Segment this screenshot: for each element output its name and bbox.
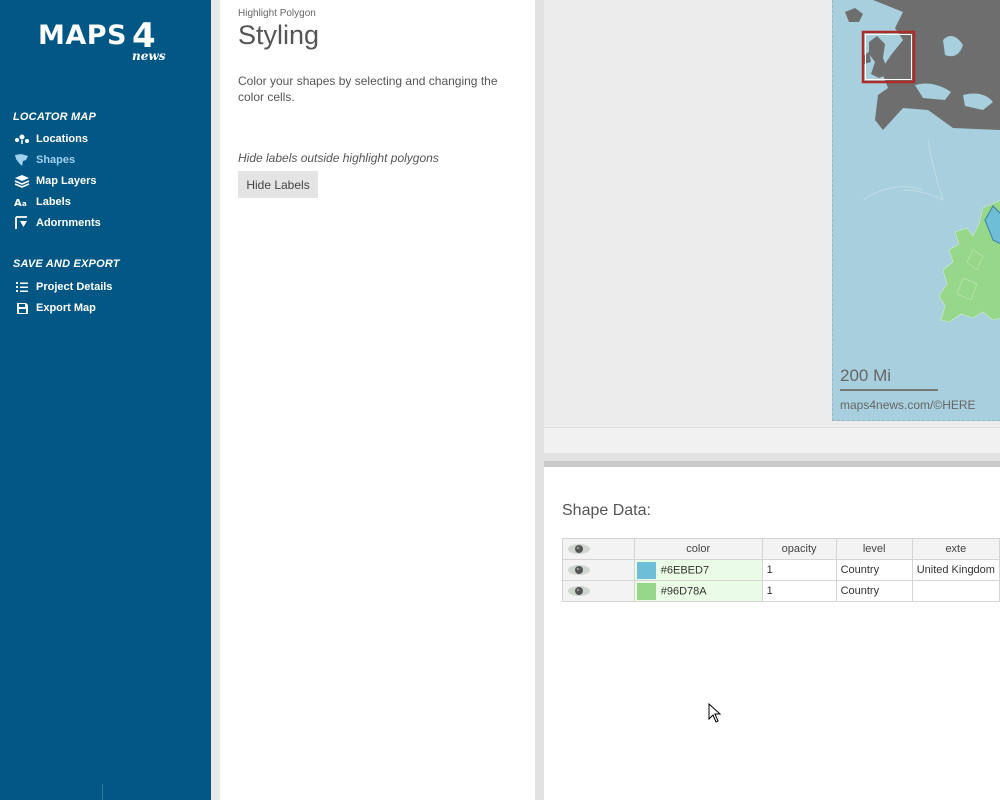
color-value: #6EBED7 (660, 563, 710, 576)
svg-text:a: a (22, 200, 27, 208)
table-row: #6EBED7 1 Country United Kingdom (562, 559, 1000, 581)
text-label-icon: Aa (13, 195, 31, 209)
sidebar-item-label: Project Details (36, 281, 113, 293)
visibility-column-header[interactable] (562, 538, 635, 560)
column-header-extent[interactable]: exte (911, 538, 1000, 560)
sidebar-item-label: Export Map (36, 302, 96, 314)
table-row: #96D78A 1 Country (562, 580, 1000, 602)
level-cell[interactable]: Country (835, 580, 913, 602)
sidebar-item-adornments[interactable]: Adornments (13, 214, 101, 232)
sidebar-item-project-details[interactable]: Project Details (13, 278, 112, 296)
panel-description: Color your shapes by selecting and chang… (238, 74, 498, 104)
scale-bar (840, 389, 938, 391)
page-title: Styling (238, 20, 320, 50)
panel-gutter (211, 0, 220, 800)
sidebar-item-map-layers[interactable]: Map Layers (13, 172, 97, 190)
color-swatch (636, 561, 656, 579)
inset-iceland (845, 8, 863, 22)
sidebar-item-label: Locations (36, 133, 88, 145)
map-drawing (845, 0, 1000, 323)
divider-strip (544, 453, 1000, 461)
hide-labels-button[interactable]: Hide Labels (238, 171, 318, 198)
color-value: #96D78A (660, 584, 707, 597)
mouse-cursor-icon (708, 703, 722, 723)
sidebar: MAPS 4 news LOCATOR MAP Locations Shapes… (0, 0, 211, 800)
logo-text: MAPS (38, 20, 127, 51)
boundary-line (862, 186, 924, 201)
extent-cell[interactable] (911, 580, 1000, 602)
color-cell[interactable]: #6EBED7 (633, 559, 763, 581)
footer-divider (102, 784, 103, 800)
map-canvas[interactable]: 200 Mi maps4news.com/©HERE (832, 0, 1000, 421)
keyboard-icon[interactable] (148, 795, 166, 800)
hide-labels-note: Hide labels outside highlight polygons (238, 151, 439, 165)
sidebar-item-label: Shapes (36, 154, 76, 166)
sidebar-item-shapes[interactable]: Shapes (13, 151, 75, 169)
sidebar-item-labels[interactable]: Aa Labels (13, 193, 71, 211)
svg-text:A: A (14, 198, 22, 208)
opacity-cell[interactable]: 1 (761, 559, 837, 581)
layers-icon (13, 174, 31, 188)
sidebar-item-locations[interactable]: Locations (13, 130, 88, 148)
column-header-level[interactable]: level (835, 538, 913, 560)
eye-icon (568, 565, 590, 576)
inset-uk (869, 36, 889, 78)
scale-label: 200 Mi (840, 366, 892, 385)
table-header-row: color opacity level exte (562, 538, 1000, 560)
eye-icon (568, 544, 590, 555)
nav-heading-locator-map: LOCATOR MAP (13, 111, 97, 123)
level-cell[interactable]: Country (835, 559, 913, 581)
shape-icon (13, 153, 31, 167)
boundary-line (902, 139, 944, 201)
shape-data-title: Shape Data: (562, 502, 651, 519)
column-header-color[interactable]: color (633, 538, 763, 560)
adornment-icon (13, 216, 31, 230)
shape-data-table: color opacity level exte #6EBED7 1 Count… (562, 538, 1000, 602)
shape-data-panel: Shape Data: color opacity level exte #6E… (544, 467, 1000, 800)
inset-land (873, 0, 1000, 130)
visibility-toggle[interactable] (562, 580, 635, 602)
save-icon (13, 301, 31, 315)
color-cell[interactable]: #96D78A (633, 580, 763, 602)
map-area: 200 Mi maps4news.com/©HERE (544, 0, 1000, 427)
eye-icon (568, 586, 590, 597)
sidebar-footer (0, 784, 211, 800)
styling-panel: Highlight Polygon Styling Color your sha… (220, 0, 535, 800)
pin-cluster-icon (13, 132, 31, 146)
color-swatch (636, 582, 656, 600)
sidebar-item-label: Map Layers (36, 175, 97, 187)
sidebar-item-label: Labels (36, 196, 71, 208)
visibility-toggle[interactable] (562, 559, 635, 581)
panel-gutter (535, 0, 544, 800)
column-header-opacity[interactable]: opacity (761, 538, 837, 560)
opacity-cell[interactable]: 1 (761, 580, 837, 602)
sidebar-item-label: Adornments (36, 217, 101, 229)
grid-view-icon[interactable] (41, 794, 55, 800)
list-icon (13, 280, 31, 294)
sidebar-item-export-map[interactable]: Export Map (13, 299, 96, 317)
maps4news-logo[interactable]: MAPS 4 news (38, 16, 178, 66)
extent-cell[interactable]: United Kingdom (911, 559, 1000, 581)
panel-subtitle: Highlight Polygon (238, 8, 316, 19)
map-attribution: maps4news.com/©HERE (840, 398, 976, 412)
map-footer (544, 427, 1000, 453)
nav-heading-save-and-export: SAVE AND EXPORT (13, 258, 120, 270)
logo-subtext: news (132, 49, 166, 63)
